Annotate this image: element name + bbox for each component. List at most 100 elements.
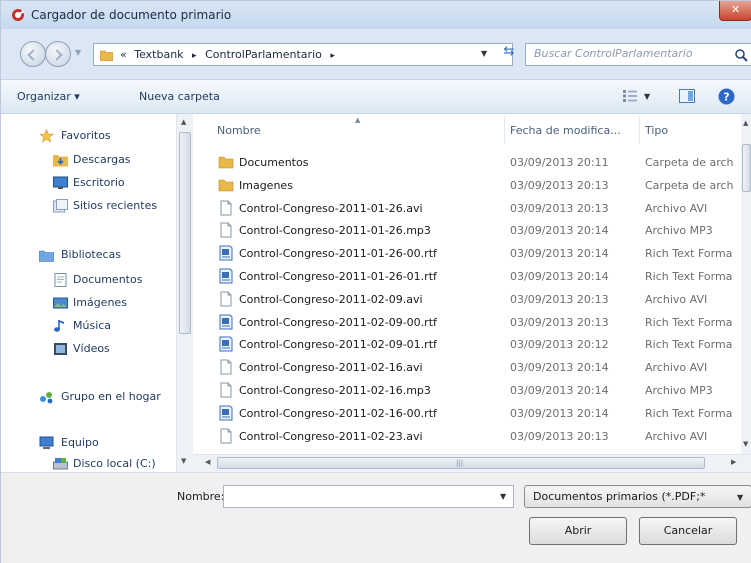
file-date-modified: 03/09/2013 20:14 bbox=[510, 406, 609, 420]
file-row[interactable]: Control-Congreso-2011-01-26.avi 03/09/201… bbox=[193, 197, 741, 219]
scroll-down-icon[interactable]: ▼ bbox=[743, 440, 748, 448]
blank-file-icon bbox=[218, 359, 234, 375]
rtf-file-icon bbox=[218, 314, 234, 330]
folder-icon bbox=[100, 50, 113, 61]
file-date-modified: 03/09/2013 20:11 bbox=[510, 156, 609, 169]
file-name: Control-Congreso-2011-01-26-00.rtf bbox=[239, 247, 437, 261]
rtf-file-icon bbox=[218, 268, 234, 284]
file-date-modified: 03/09/2013 20:12 bbox=[510, 338, 609, 352]
file-row[interactable]: Control-Congreso-2011-02-23.avi 03/09/201… bbox=[193, 425, 741, 447]
sidebar-item-label: Vídeos bbox=[73, 342, 110, 355]
file-name: Control-Congreso-2011-01-26.mp3 bbox=[239, 224, 431, 238]
search-input[interactable] bbox=[534, 47, 724, 60]
file-name: Control-Congreso-2011-02-09.avi bbox=[239, 292, 423, 306]
forward-button[interactable] bbox=[45, 41, 71, 67]
file-name: Control-Congreso-2011-02-09-00.rtf bbox=[239, 315, 437, 329]
file-row[interactable]: Control-Congreso-2011-02-09-01.rtf 03/09/… bbox=[193, 333, 741, 355]
file-row[interactable]: Control-Congreso-2011-02-16-00.rtf 03/09/… bbox=[193, 402, 741, 424]
file-row[interactable]: Documentos 03/09/2013 20:11 Carpeta de arc… bbox=[193, 151, 741, 173]
folder-icon bbox=[218, 154, 234, 170]
refresh-icon[interactable]: ⇆ bbox=[499, 44, 519, 65]
recent-pages-dropdown-icon[interactable]: ▼ bbox=[75, 48, 81, 57]
cancel-button[interactable]: Cancelar bbox=[639, 517, 737, 545]
search-box[interactable] bbox=[525, 43, 751, 66]
address-dropdown-icon[interactable]: ▼ bbox=[481, 49, 487, 58]
file-type-filter-select[interactable]: Documentos primarios (*.PDF;* ▼ bbox=[524, 485, 751, 508]
column-header-type[interactable]: Tipo bbox=[645, 124, 668, 137]
file-name: Control-Congreso-2011-02-23.avi bbox=[239, 429, 423, 443]
file-name-label: Nombre: bbox=[177, 490, 225, 503]
file-row[interactable]: Control-Congreso-2011-02-16.avi 03/09/201… bbox=[193, 356, 741, 378]
preview-pane-icon[interactable] bbox=[679, 89, 695, 103]
new-folder-button[interactable]: Nueva carpeta bbox=[139, 90, 220, 103]
file-name: Control-Congreso-2011-01-26-01.rtf bbox=[239, 270, 437, 283]
file-name-input[interactable] bbox=[228, 489, 488, 502]
view-options-dropdown-icon[interactable]: ▼ bbox=[644, 92, 650, 101]
file-type: Rich Text Forma bbox=[645, 315, 733, 329]
scroll-right-icon[interactable]: ▶ bbox=[731, 458, 736, 466]
local-disk-icon bbox=[53, 458, 68, 470]
column-divider[interactable] bbox=[504, 116, 505, 144]
file-list-vertical-scrollbar[interactable]: ▲ ▼ bbox=[741, 114, 751, 454]
sidebar-item-label: Imágenes bbox=[73, 296, 127, 309]
file-row[interactable]: Control-Congreso-2011-02-16.mp3 03/09/201… bbox=[193, 379, 741, 401]
navigation-pane-scrollbar[interactable]: ▲ ▼ bbox=[176, 114, 193, 472]
file-date-modified: 03/09/2013 20:14 bbox=[510, 270, 609, 283]
breadcrumb-overflow[interactable]: « bbox=[120, 48, 127, 61]
file-row[interactable]: Control-Congreso-2011-01-26-01.rtf 03/09/… bbox=[193, 265, 741, 287]
back-button[interactable] bbox=[20, 41, 46, 67]
column-header-date[interactable]: Fecha de modifica... bbox=[510, 124, 621, 137]
blank-file-icon bbox=[218, 428, 234, 444]
file-row[interactable]: Control-Congreso-2011-02-09-00.rtf 03/09/… bbox=[193, 311, 741, 333]
change-view-icon[interactable] bbox=[623, 90, 637, 102]
file-name: Imagenes bbox=[239, 178, 293, 192]
address-bar[interactable]: « Textbank ▸ ControlParlamentario ▸ bbox=[93, 43, 513, 66]
scroll-left-icon[interactable]: ◀ bbox=[205, 458, 210, 466]
close-icon: ✕ bbox=[731, 3, 741, 16]
column-divider[interactable] bbox=[639, 116, 640, 144]
scrollbar-thumb[interactable] bbox=[179, 132, 191, 334]
file-name: Control-Congreso-2011-02-16.avi bbox=[239, 361, 423, 375]
chevron-down-icon: ▼ bbox=[737, 493, 744, 502]
command-bar: Organizar ▾ Nueva carpeta ▼ ? bbox=[1, 79, 751, 114]
scroll-down-icon[interactable]: ▼ bbox=[181, 457, 186, 465]
file-open-dialog: Cargador de documento primario ✕ ▼ « Tex… bbox=[0, 0, 751, 563]
column-header-name[interactable]: Nombre bbox=[217, 124, 261, 137]
breadcrumb-separator-icon[interactable]: ▸ bbox=[192, 51, 197, 61]
file-type: Archivo AVI bbox=[645, 429, 708, 443]
breadcrumb-separator-icon[interactable]: ▸ bbox=[330, 51, 335, 61]
file-date-modified: 03/09/2013 20:13 bbox=[510, 315, 609, 329]
breadcrumb-item-controlparlamentario[interactable]: ControlParlamentario bbox=[205, 48, 322, 61]
file-row[interactable]: Control-Congreso-2011-02-09.avi 03/09/201… bbox=[193, 288, 741, 310]
help-icon[interactable]: ? bbox=[718, 88, 735, 105]
scrollbar-grip-icon: ||| bbox=[456, 459, 464, 467]
search-icon[interactable] bbox=[734, 48, 748, 62]
file-row[interactable]: Control-Congreso-2011-01-26-00.rtf 03/09/… bbox=[193, 242, 741, 264]
scrollbar-thumb[interactable] bbox=[742, 144, 751, 192]
downloads-folder-icon bbox=[53, 155, 68, 167]
blank-file-icon bbox=[218, 291, 234, 307]
sidebar-item-label: Documentos bbox=[73, 273, 143, 286]
organize-button[interactable]: Organizar ▾ bbox=[17, 90, 80, 103]
file-type: Rich Text Forma bbox=[645, 406, 733, 420]
scroll-up-icon[interactable]: ▲ bbox=[743, 119, 748, 127]
open-button[interactable]: Abrir bbox=[529, 517, 627, 545]
file-name-dropdown-icon[interactable]: ▼ bbox=[500, 492, 506, 501]
file-type: Rich Text Forma bbox=[645, 247, 733, 261]
close-button[interactable]: ✕ bbox=[719, 1, 751, 21]
file-type: Archivo AVI bbox=[645, 201, 708, 215]
scroll-up-icon[interactable]: ▲ bbox=[181, 118, 186, 126]
column-header-row: ▲ Nombre Fecha de modifica... Tipo bbox=[193, 114, 741, 146]
scrollbar-thumb[interactable]: ||| bbox=[217, 457, 705, 469]
file-date-modified: 03/09/2013 20:14 bbox=[510, 384, 609, 397]
breadcrumb-item-textbank[interactable]: Textbank bbox=[134, 48, 183, 61]
file-name: Control-Congreso-2011-01-26.avi bbox=[239, 201, 423, 215]
file-row[interactable]: Control-Congreso-2011-01-26.mp3 03/09/201… bbox=[193, 219, 741, 241]
file-type: Archivo AVI bbox=[645, 361, 708, 375]
file-name-combobox[interactable]: ▼ bbox=[223, 485, 514, 508]
title-bar[interactable]: Cargador de documento primario ✕ bbox=[1, 1, 751, 29]
app-icon bbox=[12, 9, 25, 21]
file-row[interactable]: Imagenes 03/09/2013 20:13 Carpeta de arch bbox=[193, 174, 741, 196]
file-list-horizontal-scrollbar[interactable]: ◀ ||| ▶ bbox=[193, 454, 751, 472]
music-library-icon bbox=[54, 320, 64, 332]
